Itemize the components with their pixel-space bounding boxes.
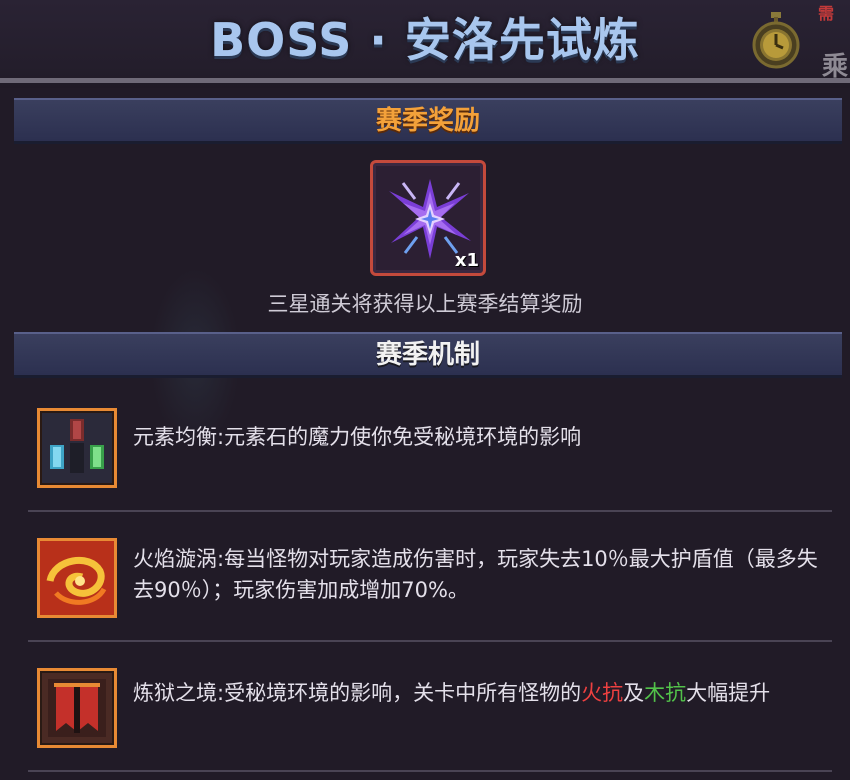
mechanics-section-header: 赛季机制	[14, 332, 842, 378]
title-area: BOSS · 安洛先试炼	[0, 0, 850, 80]
reward-note: 三星通关将获得以上赛季结算奖励	[267, 292, 583, 316]
mechanic-text-part: 炼狱之境:受秘境环境的影响，关卡中所有怪物的	[133, 681, 582, 705]
mechanic-item: 元素均衡:元素石的魔力使你免受秘境环境的影响	[28, 392, 832, 512]
divider	[0, 78, 850, 83]
mechanics-section-title: 赛季机制	[375, 340, 480, 370]
fire-resistance-highlight: 火抗	[581, 681, 624, 705]
mechanic-text-part: 及	[623, 681, 645, 705]
mechanic-text: 元素均衡:元素石的魔力使你免受秘境环境的影响	[133, 425, 582, 449]
mechanic-text-part: 大幅提升	[686, 681, 771, 705]
element-crystals-icon	[37, 408, 117, 488]
reward-section-header: 赛季奖励	[14, 98, 842, 144]
corner-label-red: 需	[818, 4, 835, 23]
reward-quantity: x1	[454, 250, 479, 271]
reward-item-slot[interactable]: x1	[370, 160, 486, 276]
page-title: BOSS · 安洛先试炼	[210, 13, 640, 67]
fire-vortex-icon	[37, 538, 117, 618]
purgatory-banner-icon	[37, 668, 117, 748]
reward-section-title: 赛季奖励	[375, 106, 480, 136]
mechanic-text: 火焰漩涡:每当怪物对玩家造成伤害时，玩家失去10％最大护盾值（最多失去90％）；…	[133, 547, 818, 602]
mechanic-item: 炼狱之境:受秘境环境的影响，关卡中所有怪物的火抗及木抗大幅提升	[28, 652, 832, 772]
mechanic-item: 火焰漩涡:每当怪物对玩家造成伤害时，玩家失去10％最大护盾值（最多失去90％）；…	[28, 522, 832, 642]
mechanic-text: 炼狱之境:受秘境环境的影响，关卡中所有怪物的火抗及木抗大幅提升	[133, 678, 823, 709]
stopwatch-icon[interactable]	[752, 12, 800, 70]
wood-resistance-highlight: 木抗	[644, 681, 687, 705]
